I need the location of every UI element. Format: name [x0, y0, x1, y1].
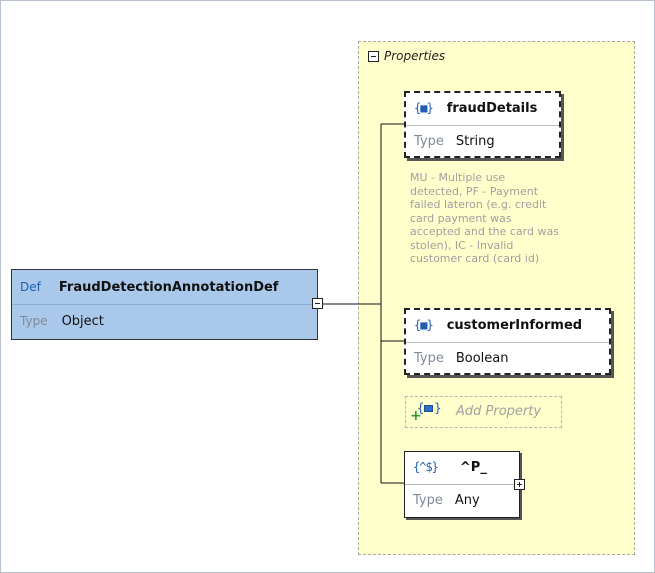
object-icon: {■} [414, 101, 434, 115]
property-name: ^P_ [459, 459, 487, 475]
property-type-value: Boolean [455, 350, 509, 366]
definition-node[interactable]: Def FraudDetectionAnnotationDef Type Obj… [11, 269, 318, 340]
property-name: fraudDetails [446, 100, 538, 116]
property-node-fraud-details[interactable]: {■} fraudDetails Type String [404, 91, 561, 158]
add-property-button[interactable]: {} + Add Property [405, 396, 562, 428]
property-node-customer-informed[interactable]: {■} customerInformed Type Boolean [404, 308, 611, 375]
add-property-label: Add Property [456, 404, 542, 419]
property-type-label: Type [414, 350, 444, 366]
definition-type-label: Type [20, 314, 48, 328]
expand-pattern-toggle[interactable] [514, 479, 525, 490]
object-icon: {■} [414, 318, 434, 332]
property-type-label: Type [414, 133, 444, 149]
def-keyword: Def [20, 280, 41, 294]
property-node-pattern[interactable]: {^$} ^P_ Type Any [404, 451, 520, 518]
property-name: customerInformed [446, 317, 583, 333]
definition-name: FraudDetectionAnnotationDef [58, 279, 279, 295]
property-description: MU - Multiple use detected, PF - Payment… [410, 171, 559, 265]
definition-type-value: Object [61, 313, 104, 329]
property-type-value: Any [454, 492, 480, 508]
collapse-definition-toggle[interactable] [312, 298, 323, 309]
pattern-icon: {^$} [413, 460, 439, 474]
property-type-value: String [455, 133, 495, 149]
add-plus-icon: + [410, 408, 422, 424]
property-type-label: Type [413, 492, 443, 508]
